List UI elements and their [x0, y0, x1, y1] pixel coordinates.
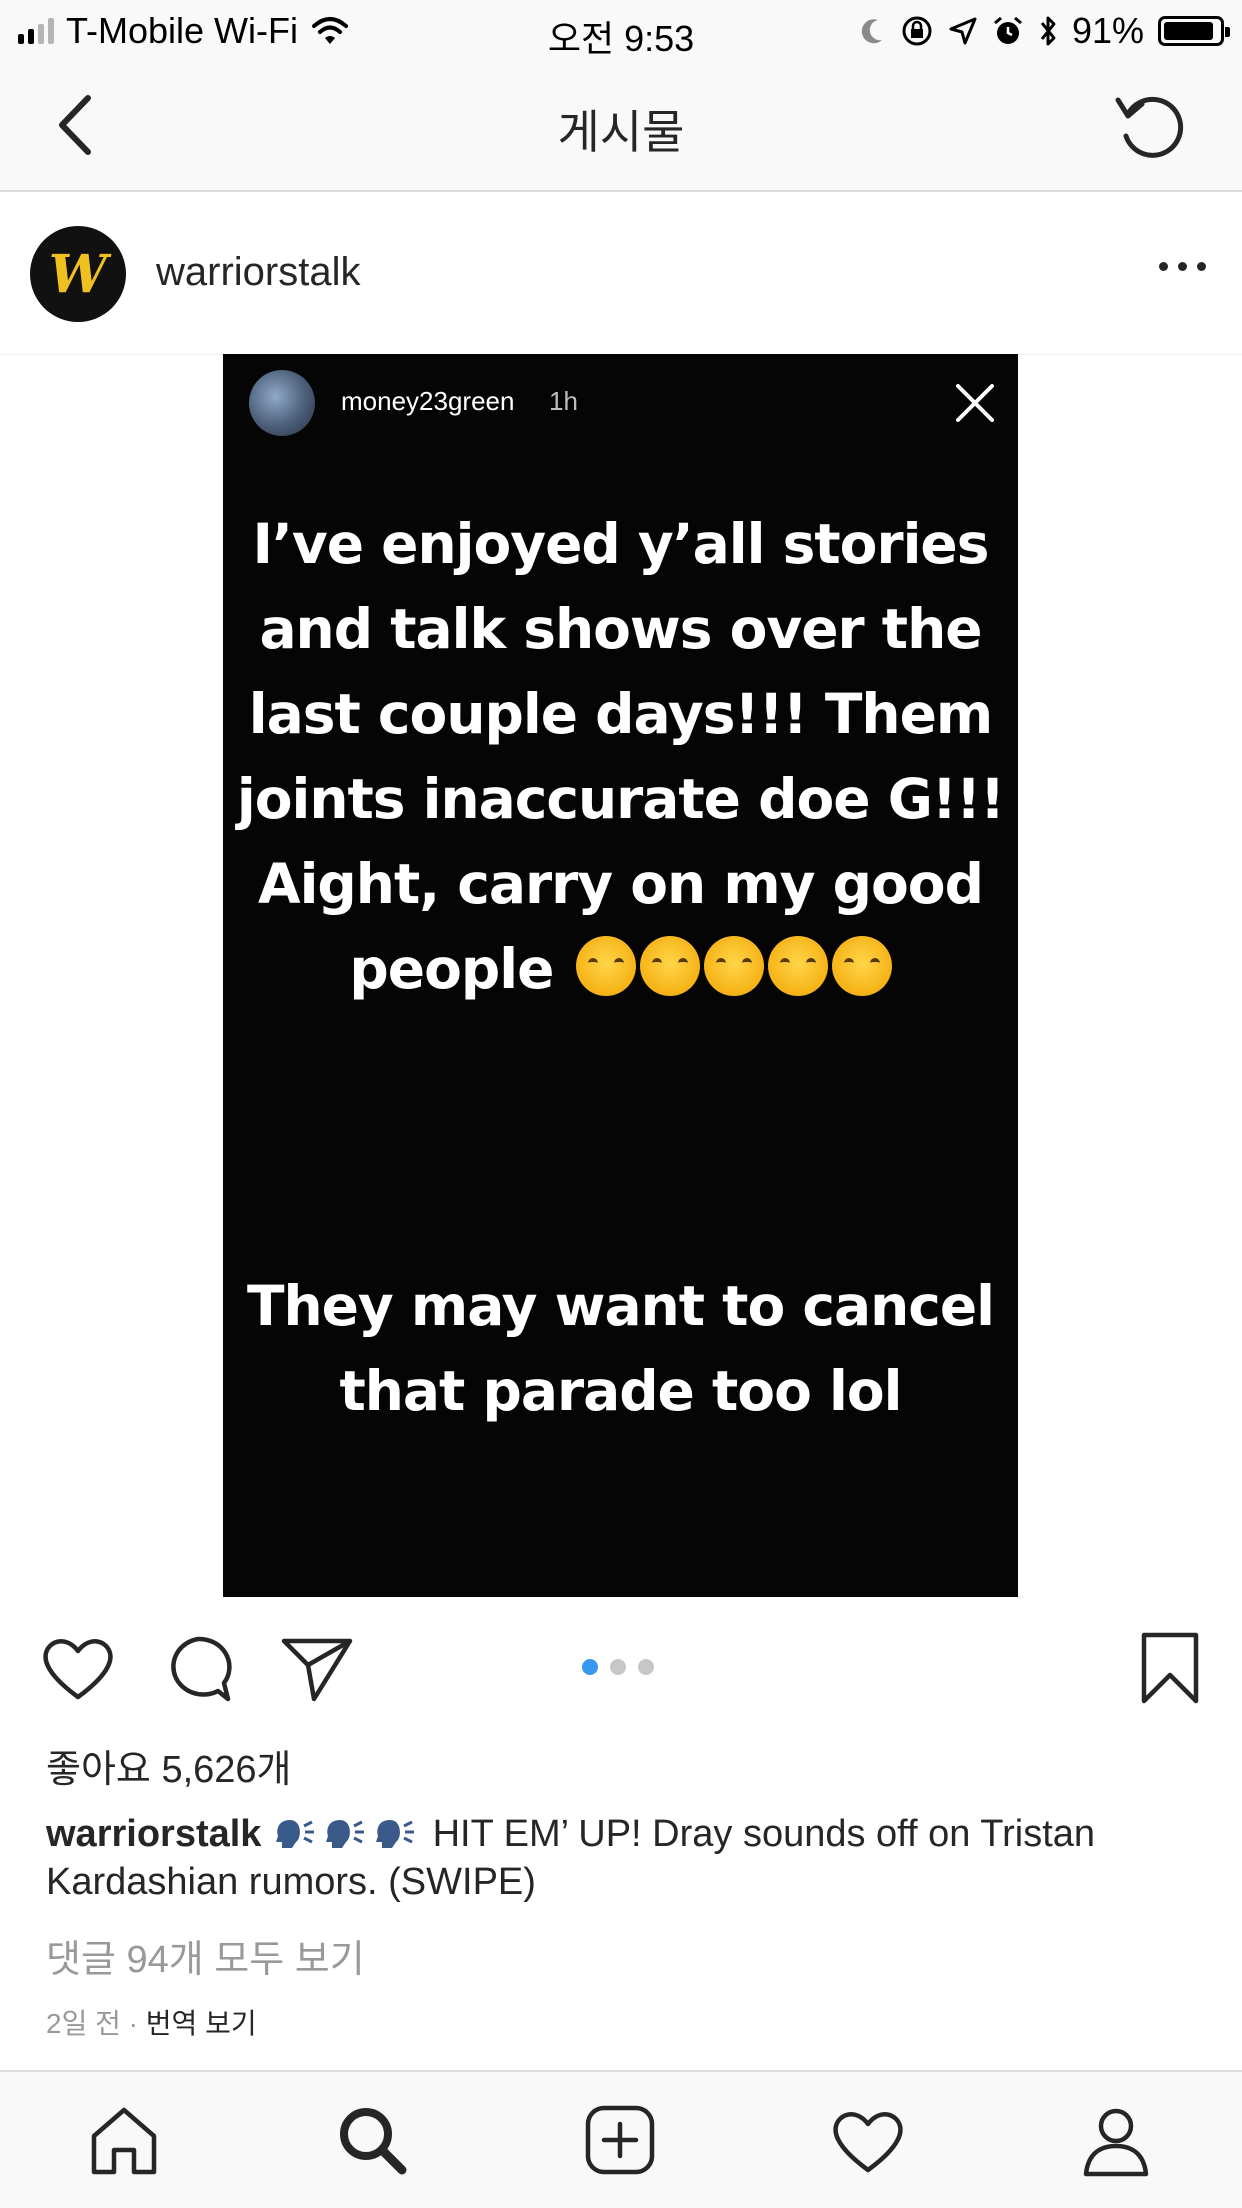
- battery-icon: [1158, 16, 1230, 46]
- carousel-dot: [638, 1659, 654, 1675]
- battery-percent: 91%: [1071, 10, 1144, 51]
- story-text-1: I’ve enjoyed y’all stories and talk show…: [223, 502, 1018, 1012]
- story-time: 1h: [549, 386, 578, 416]
- carousel-dot: [582, 1659, 598, 1675]
- status-bar: T-Mobile Wi-Fi 오전 9:53 91%: [0, 0, 1242, 62]
- post-time: 2일 전: [46, 2008, 121, 2039]
- nav-bar: 게시물: [0, 62, 1242, 192]
- like-count[interactable]: 좋아요 5,626개: [46, 1738, 292, 1793]
- meta-separator: ·: [128, 2008, 138, 2039]
- refresh-icon[interactable]: [1112, 88, 1190, 166]
- post-meta: 2일 전 · 번역 보기: [46, 2002, 257, 2042]
- laughing-crying-emoji-icon: [831, 936, 892, 996]
- location-icon: [949, 17, 977, 45]
- view-all-comments-link[interactable]: 댓글 94개 모두 보기: [46, 1928, 365, 1983]
- avatar[interactable]: W: [30, 226, 126, 322]
- story-username: money23green: [341, 386, 515, 416]
- laughing-crying-emoji-icon: [575, 936, 636, 996]
- alarm-icon: [993, 16, 1022, 44]
- caption-username[interactable]: warriorstalk: [46, 1813, 261, 1855]
- post-image[interactable]: money23green 1h I’ve enjoyed y’all stori…: [223, 354, 1018, 1597]
- more-horizontal-icon[interactable]: [1159, 262, 1206, 271]
- send-icon[interactable]: [280, 1633, 354, 1703]
- speaking-head-icon: [376, 1820, 415, 1848]
- close-icon: [956, 384, 994, 422]
- status-right: 91%: [860, 10, 1230, 52]
- see-translation-link[interactable]: 번역 보기: [146, 2008, 257, 2039]
- profile-icon[interactable]: [1078, 2102, 1154, 2178]
- comment-icon[interactable]: [162, 1633, 234, 1705]
- carousel-dot: [610, 1659, 626, 1675]
- story-text-2: They may want to cancel that parade too …: [246, 1274, 995, 1423]
- home-icon[interactable]: [86, 2102, 162, 2178]
- logo-letter: W: [49, 244, 112, 305]
- action-bar: [0, 1597, 1242, 1737]
- story-avatar: [249, 370, 315, 436]
- emoji-row: [572, 936, 892, 1001]
- post-header: W warriorstalk: [0, 192, 1242, 355]
- laughing-crying-emoji-icon: [703, 936, 764, 996]
- activity-heart-icon[interactable]: [830, 2102, 906, 2178]
- caption: warriorstalk HIT EM’ UP! Dray sounds off…: [46, 1810, 1196, 1906]
- story-text-1-body: I’ve enjoyed y’all stories and talk show…: [236, 512, 1005, 1001]
- laughing-crying-emoji-icon: [767, 936, 828, 996]
- add-post-icon[interactable]: [582, 2102, 658, 2178]
- heart-icon[interactable]: [40, 1633, 116, 1703]
- speaking-head-icon: [276, 1820, 315, 1848]
- bluetooth-icon: [1040, 16, 1056, 46]
- bookmark-icon[interactable]: [1140, 1631, 1200, 1705]
- laughing-crying-emoji-icon: [639, 936, 700, 996]
- rotation-lock-icon: [902, 16, 932, 46]
- speaking-head-icon: [326, 1820, 365, 1848]
- tab-bar: [0, 2070, 1242, 2208]
- search-icon[interactable]: [334, 2102, 410, 2178]
- page-title: 게시물: [557, 106, 685, 158]
- moon-icon: [861, 19, 882, 44]
- warriorstalk-logo: W: [49, 244, 112, 305]
- carousel-indicator: [582, 1659, 654, 1675]
- post-username[interactable]: warriorstalk: [156, 250, 360, 295]
